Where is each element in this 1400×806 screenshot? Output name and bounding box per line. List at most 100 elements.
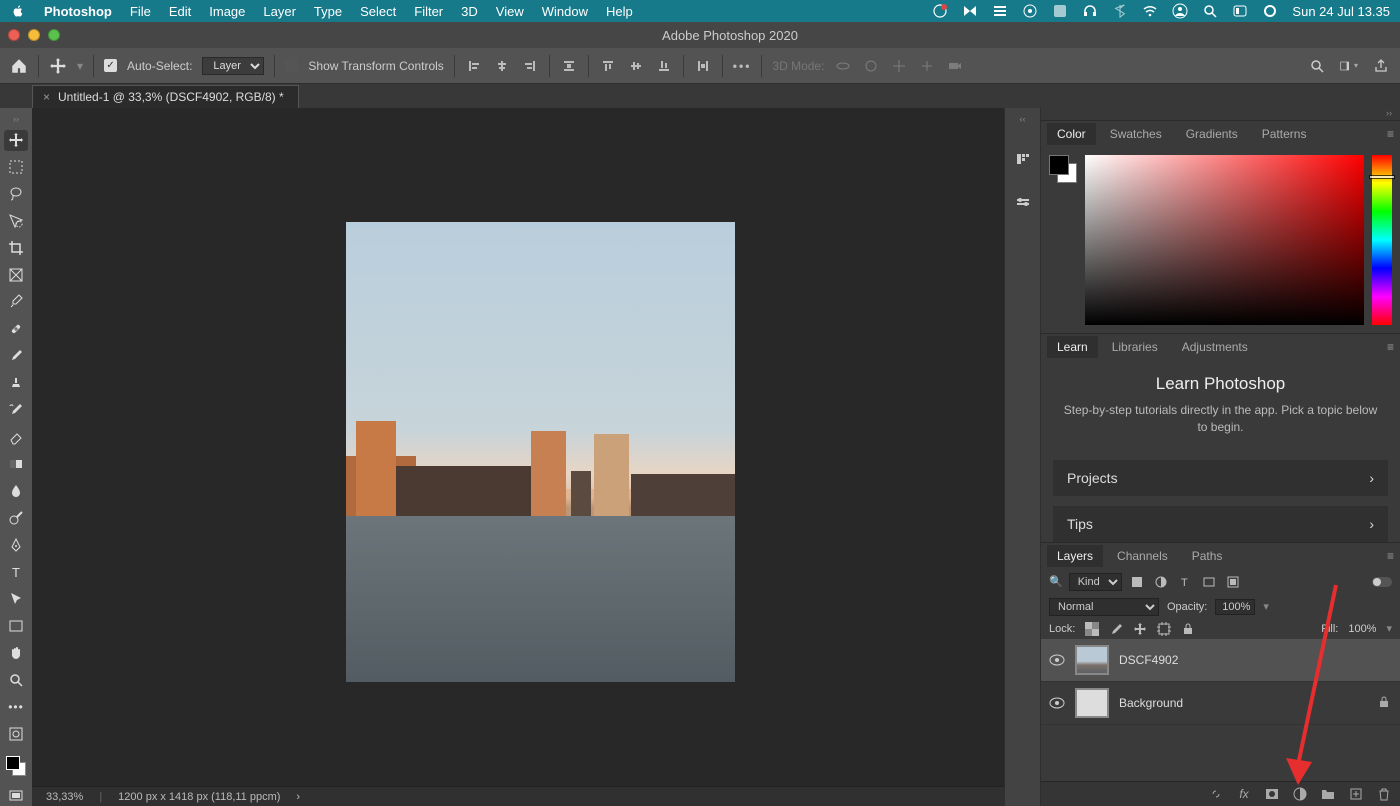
blur-tool[interactable] (4, 481, 28, 502)
user-icon[interactable] (1172, 3, 1188, 19)
history-brush-tool[interactable] (4, 400, 28, 421)
filter-pixel-icon[interactable] (1128, 574, 1146, 590)
tab-swatches[interactable]: Swatches (1100, 123, 1172, 145)
learn-tips-link[interactable]: Tips › (1053, 506, 1388, 542)
layer-filter-kind[interactable]: Kind (1069, 573, 1122, 591)
record-icon[interactable] (1022, 3, 1038, 19)
search-icon[interactable] (1308, 57, 1326, 75)
tab-color[interactable]: Color (1047, 123, 1096, 145)
share-icon[interactable] (1372, 57, 1390, 75)
layer-item[interactable]: Background (1041, 682, 1400, 725)
type-tool[interactable]: T (4, 562, 28, 583)
close-tab-icon[interactable]: × (43, 90, 50, 104)
wifi-icon[interactable] (1142, 3, 1158, 19)
minimize-window-button[interactable] (28, 29, 40, 41)
menu-3d[interactable]: 3D (461, 4, 478, 19)
distribute-v-icon[interactable] (694, 57, 712, 75)
healing-brush-tool[interactable] (4, 319, 28, 340)
menu-layer[interactable]: Layer (263, 4, 296, 19)
fill-value[interactable]: 100% (1348, 623, 1376, 635)
tab-layers[interactable]: Layers (1047, 545, 1103, 567)
home-button[interactable] (10, 57, 28, 75)
tab-adjustments[interactable]: Adjustments (1172, 336, 1258, 358)
pen-tool[interactable] (4, 535, 28, 556)
filter-adjustment-icon[interactable] (1152, 574, 1170, 590)
history-panel-icon[interactable] (1012, 148, 1034, 170)
learn-projects-link[interactable]: Projects › (1053, 460, 1388, 496)
zoom-level[interactable]: 33,33% (46, 791, 83, 803)
document-dims[interactable]: 1200 px x 1418 px (118,11 ppcm) (118, 791, 280, 803)
tab-channels[interactable]: Channels (1107, 545, 1178, 567)
stacks-icon[interactable] (992, 3, 1008, 19)
menu-window[interactable]: Window (542, 4, 588, 19)
tab-patterns[interactable]: Patterns (1252, 123, 1317, 145)
color-panel-menu-icon[interactable]: ≡ (1387, 127, 1394, 141)
clock[interactable]: Sun 24 Jul 13.35 (1292, 4, 1390, 19)
new-group-icon[interactable] (1320, 786, 1336, 802)
app-name[interactable]: Photoshop (44, 4, 112, 19)
document-tab[interactable]: × Untitled-1 @ 33,3% (DSCF4902, RGB/8) * (32, 85, 299, 108)
document-canvas[interactable] (346, 222, 735, 682)
quick-select-tool[interactable] (4, 211, 28, 232)
frame-tool[interactable] (4, 265, 28, 286)
menu-type[interactable]: Type (314, 4, 342, 19)
tab-paths[interactable]: Paths (1182, 545, 1233, 567)
siri-icon[interactable] (1262, 3, 1278, 19)
screen-mode-icon[interactable] (4, 785, 28, 806)
menu-file[interactable]: File (130, 4, 151, 19)
more-options-button[interactable]: ••• (733, 59, 752, 73)
layer-item[interactable]: DSCF4902 (1041, 639, 1400, 682)
lock-artboard-icon[interactable] (1157, 622, 1171, 636)
align-bottom-icon[interactable] (655, 57, 673, 75)
foreground-background-swatches[interactable] (4, 754, 28, 779)
crop-tool[interactable] (4, 238, 28, 259)
edit-toolbar-button[interactable]: ••• (4, 696, 28, 717)
adjustment-layer-icon[interactable] (1292, 786, 1308, 802)
menu-select[interactable]: Select (360, 4, 396, 19)
app-icon[interactable] (1052, 3, 1068, 19)
path-select-tool[interactable] (4, 588, 28, 609)
align-center-h-icon[interactable] (493, 57, 511, 75)
menu-image[interactable]: Image (209, 4, 245, 19)
new-layer-icon[interactable] (1348, 786, 1364, 802)
auto-select-dropdown[interactable]: Layer (202, 57, 264, 75)
align-right-icon[interactable] (521, 57, 539, 75)
maximize-window-button[interactable] (48, 29, 60, 41)
filter-type-icon[interactable]: T (1176, 574, 1194, 590)
link-layers-icon[interactable] (1208, 786, 1224, 802)
color-field[interactable] (1085, 155, 1364, 325)
layer-style-icon[interactable]: fx (1236, 786, 1252, 802)
canvas-area[interactable] (32, 108, 1004, 806)
expand-strip-icon[interactable]: ‹‹ (1005, 114, 1040, 126)
sync-icon[interactable] (932, 3, 948, 19)
lock-all-icon[interactable] (1181, 622, 1195, 636)
auto-select-checkbox[interactable]: ✓ (104, 59, 117, 72)
learn-panel-menu-icon[interactable]: ≡ (1387, 340, 1394, 354)
hand-tool[interactable] (4, 642, 28, 663)
status-chevron-icon[interactable]: › (296, 791, 300, 803)
menu-edit[interactable]: Edit (169, 4, 191, 19)
dodge-tool[interactable] (4, 508, 28, 529)
lock-position-icon[interactable] (1133, 622, 1147, 636)
delete-layer-icon[interactable] (1376, 786, 1392, 802)
layer-thumbnail[interactable] (1075, 645, 1109, 675)
headphones-icon[interactable] (1082, 3, 1098, 19)
apple-menu-icon[interactable] (10, 3, 26, 19)
filter-smartobj-icon[interactable] (1224, 574, 1242, 590)
close-window-button[interactable] (8, 29, 20, 41)
menu-filter[interactable]: Filter (414, 4, 443, 19)
eraser-tool[interactable] (4, 427, 28, 448)
show-transform-checkbox[interactable] (285, 59, 298, 72)
lock-transparency-icon[interactable] (1085, 622, 1099, 636)
tab-learn[interactable]: Learn (1047, 336, 1098, 358)
properties-panel-icon[interactable] (1012, 192, 1034, 214)
spotlight-icon[interactable] (1202, 3, 1218, 19)
workspace-switcher-icon[interactable]: ▾ (1340, 57, 1358, 75)
move-tool[interactable] (4, 130, 28, 151)
layer-thumbnail[interactable] (1075, 688, 1109, 718)
eyedropper-tool[interactable] (4, 292, 28, 313)
color-panel-swatches[interactable] (1049, 155, 1077, 183)
collapse-panels-icon[interactable]: ›› (1041, 108, 1400, 120)
menu-help[interactable]: Help (606, 4, 633, 19)
layer-mask-icon[interactable] (1264, 786, 1280, 802)
